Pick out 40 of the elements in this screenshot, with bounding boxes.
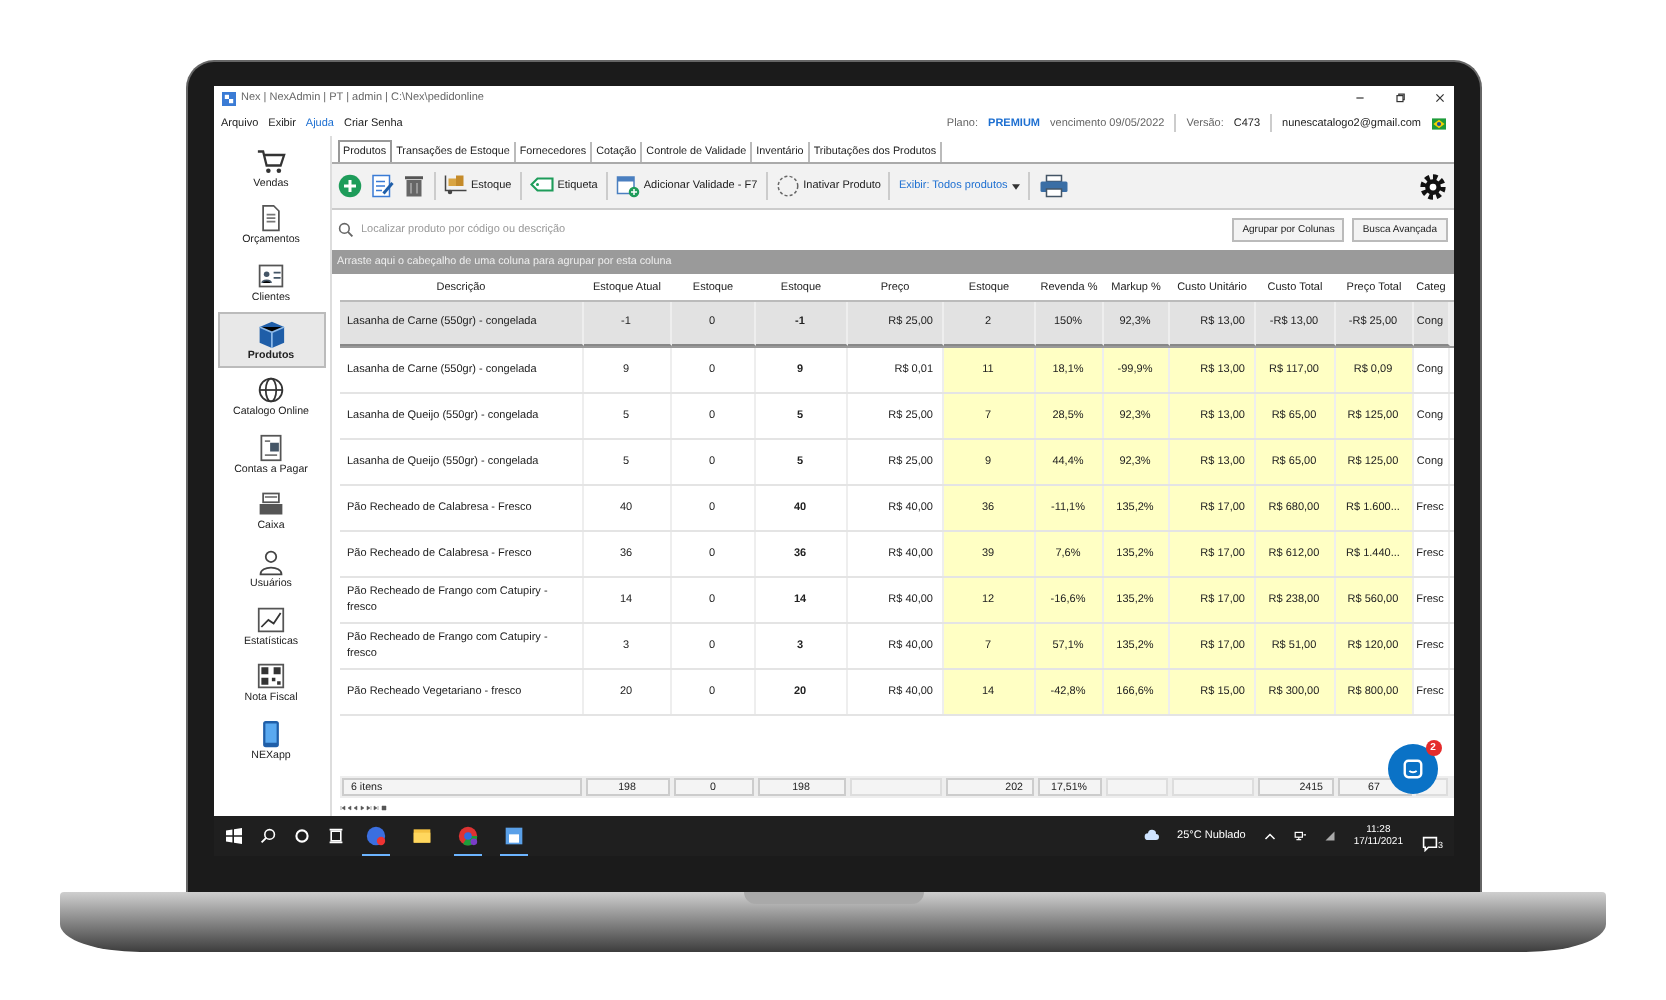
dashed-circle-icon bbox=[775, 174, 800, 198]
chat-icon bbox=[1401, 758, 1423, 780]
restore-icon[interactable] bbox=[1393, 92, 1405, 104]
ring-icon[interactable] bbox=[293, 828, 309, 844]
cart-icon bbox=[256, 147, 286, 176]
globe-icon bbox=[256, 376, 286, 405]
network-icon[interactable] bbox=[1293, 830, 1306, 842]
add-icon[interactable] bbox=[337, 174, 361, 198]
close-icon[interactable] bbox=[1433, 92, 1445, 104]
cash-register-icon bbox=[256, 490, 286, 519]
chart-icon bbox=[256, 605, 286, 634]
search-icon[interactable] bbox=[259, 828, 275, 844]
trash-icon[interactable] bbox=[401, 174, 425, 198]
folder-icon bbox=[411, 825, 431, 845]
person-icon bbox=[256, 547, 286, 576]
printer-icon[interactable] bbox=[1037, 174, 1070, 198]
volume-icon[interactable] bbox=[1323, 830, 1336, 842]
qr-code-icon bbox=[256, 662, 286, 691]
document-icon bbox=[256, 204, 286, 233]
invoice-icon bbox=[256, 433, 286, 462]
store-icon bbox=[503, 825, 523, 845]
flag-icon bbox=[1431, 117, 1445, 129]
browser-icon bbox=[457, 825, 477, 845]
search-icon bbox=[337, 222, 353, 238]
box-icon bbox=[256, 319, 286, 348]
minimize-icon[interactable] bbox=[1353, 92, 1365, 104]
contact-card-icon bbox=[256, 261, 286, 290]
dolly-icon bbox=[443, 174, 467, 198]
chat-app-icon bbox=[365, 825, 385, 845]
chevron-up-icon[interactable] bbox=[1263, 830, 1276, 842]
cloud-icon bbox=[1143, 828, 1160, 844]
caret-icon bbox=[1011, 183, 1020, 189]
start-icon[interactable] bbox=[225, 828, 241, 844]
app-logo-icon bbox=[221, 91, 235, 105]
calendar-add-icon bbox=[615, 174, 640, 198]
task-view-icon[interactable] bbox=[327, 828, 343, 844]
tag-icon bbox=[529, 174, 554, 198]
edit-icon[interactable] bbox=[369, 174, 393, 198]
settings-icon[interactable] bbox=[1417, 171, 1447, 201]
speech-bubble-icon bbox=[1421, 836, 1437, 852]
